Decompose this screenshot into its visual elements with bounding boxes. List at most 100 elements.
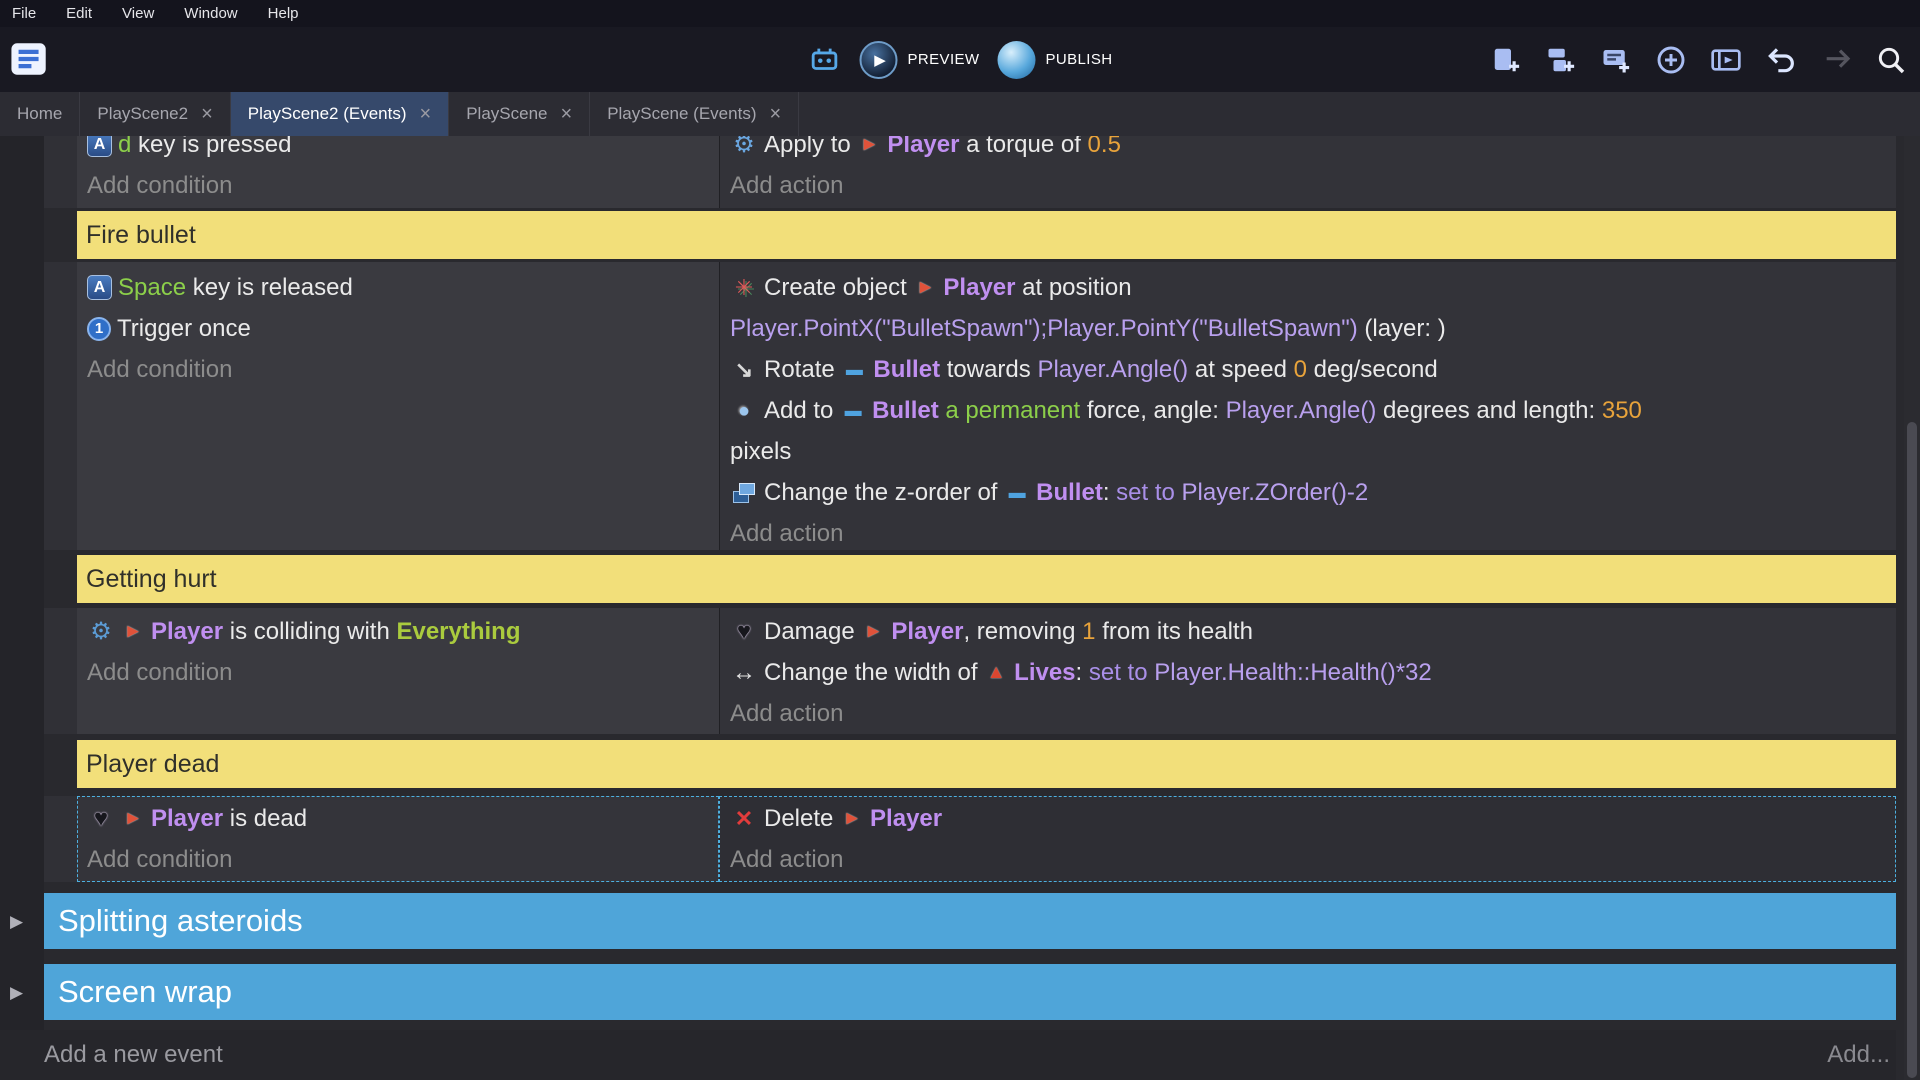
- text-segment: Change the width of: [764, 659, 984, 687]
- group-collapse-toggle[interactable]: ▶: [10, 983, 32, 1003]
- text-segment: [939, 397, 946, 425]
- text-segment: Player.Angle(): [1226, 397, 1377, 425]
- actions-cell[interactable]: ✳Create object ►Player at position Playe…: [719, 262, 1896, 550]
- text-segment: deg/second: [1307, 356, 1438, 384]
- tab-playscene-events[interactable]: PlayScene (Events) ×: [590, 92, 799, 136]
- add-action-button[interactable]: Add action: [730, 839, 1896, 880]
- condition-line[interactable]: Ad key is pressed: [87, 136, 719, 165]
- scrollbar-thumb[interactable]: [1907, 422, 1917, 1078]
- tab-label: PlayScene2: [97, 104, 188, 124]
- conditions-cell[interactable]: ⚙►Player is colliding with Everything Ad…: [77, 608, 719, 734]
- add-action-button[interactable]: Add action: [730, 513, 1896, 550]
- action-line-wrap[interactable]: pixels: [730, 431, 1896, 472]
- gdevelop-logo[interactable]: [10, 41, 50, 77]
- events-sheet: Ad key is pressed Add condition ⚙Apply t…: [0, 136, 1920, 1080]
- event-drag-handle[interactable]: [44, 262, 77, 550]
- condition-line[interactable]: ⚙►Player is colliding with Everything: [87, 611, 719, 652]
- rotate-icon: ↘: [730, 356, 758, 384]
- add-event-icon[interactable]: [1489, 43, 1523, 77]
- text-segment: Apply to: [764, 136, 857, 159]
- tab-playscene[interactable]: PlayScene ×: [449, 92, 590, 136]
- add-button[interactable]: Add...: [1827, 1041, 1890, 1069]
- comment-row[interactable]: Fire bullet: [77, 211, 1896, 259]
- heart-icon: ♥: [87, 805, 115, 833]
- condition-line[interactable]: 1Trigger once: [87, 308, 719, 349]
- conditions-cell[interactable]: Ad key is pressed Add condition: [77, 136, 719, 208]
- publish-button[interactable]: PUBLISH: [997, 41, 1112, 79]
- preview-button[interactable]: ▶ PREVIEW: [860, 41, 980, 79]
- actions-cell[interactable]: ✕Delete ►Player Add action: [719, 796, 1896, 882]
- menu-edit[interactable]: Edit: [66, 5, 92, 22]
- text-segment: :: [1076, 659, 1089, 687]
- action-line[interactable]: ⚙Apply to ►Player a torque of 0.5: [730, 136, 1896, 165]
- menu-window[interactable]: Window: [184, 5, 237, 22]
- toolbar: ▶ PREVIEW PUBLISH: [0, 27, 1920, 92]
- player-object-icon: ►: [121, 805, 145, 833]
- text-segment: Lives: [1014, 659, 1075, 687]
- text-segment: is colliding with: [223, 618, 396, 646]
- text-segment: , removing: [963, 618, 1082, 646]
- conditions-cell[interactable]: ♥►Player is dead Add condition: [77, 796, 719, 882]
- add-condition-button[interactable]: Add condition: [87, 165, 719, 206]
- undo-icon[interactable]: [1764, 43, 1798, 77]
- delete-icon: ✕: [730, 805, 758, 833]
- tab-home[interactable]: Home: [0, 92, 80, 136]
- menu-file[interactable]: File: [12, 5, 36, 22]
- text-segment: Damage: [764, 618, 861, 646]
- event-group[interactable]: Splitting asteroids: [44, 893, 1896, 949]
- action-line[interactable]: Change the z-order of ▬Bullet: set to Pl…: [730, 472, 1896, 513]
- text-segment: Rotate: [764, 356, 841, 384]
- conditions-cell[interactable]: ASpace key is released 1Trigger once Add…: [77, 262, 719, 550]
- actions-cell[interactable]: ♥Damage ►Player, removing 1 from its hea…: [719, 608, 1896, 734]
- text-segment: Player.PointX("BulletSpawn");Player.Poin…: [730, 315, 1358, 343]
- close-icon[interactable]: ×: [201, 104, 213, 124]
- add-subevent-icon[interactable]: [1544, 43, 1578, 77]
- choose-event-icon[interactable]: [1709, 43, 1743, 77]
- tab-label: PlayScene: [466, 104, 547, 124]
- debugger-icon[interactable]: [808, 43, 842, 77]
- condition-line[interactable]: ♥►Player is dead: [87, 798, 719, 839]
- redo-icon[interactable]: [1819, 43, 1853, 77]
- text-segment: 350: [1602, 397, 1642, 425]
- close-icon[interactable]: ×: [561, 104, 573, 124]
- action-line[interactable]: ●Add to ▬Bullet a permanent force, angle…: [730, 390, 1896, 431]
- event-drag-handle[interactable]: [44, 136, 77, 208]
- add-new-event-button[interactable]: Add a new event: [44, 1041, 223, 1069]
- add-condition-button[interactable]: Add condition: [87, 349, 719, 390]
- condition-line[interactable]: ASpace key is released: [87, 267, 719, 308]
- add-condition-button[interactable]: Add condition: [87, 839, 719, 880]
- event-group[interactable]: Screen wrap: [44, 964, 1896, 1020]
- action-line[interactable]: ↘Rotate ▬Bullet towards Player.Angle() a…: [730, 349, 1896, 390]
- group-collapse-toggle[interactable]: ▶: [10, 912, 32, 932]
- tab-playscene2[interactable]: PlayScene2 ×: [80, 92, 230, 136]
- add-action-button[interactable]: Add action: [730, 165, 1896, 206]
- text-segment: Player: [151, 618, 223, 646]
- action-line[interactable]: ✳Create object ►Player at position: [730, 267, 1896, 308]
- action-line[interactable]: ♥Damage ►Player, removing 1 from its hea…: [730, 611, 1896, 652]
- event-row: Ad key is pressed Add condition ⚙Apply t…: [44, 136, 1896, 208]
- text-segment: Player: [891, 618, 963, 646]
- menu-help[interactable]: Help: [268, 5, 299, 22]
- text-segment: Player: [887, 136, 959, 159]
- tab-playscene2-events[interactable]: PlayScene2 (Events) ×: [231, 92, 449, 136]
- event-drag-handle[interactable]: [44, 608, 77, 734]
- comment-row[interactable]: Player dead: [77, 740, 1896, 788]
- search-icon[interactable]: [1874, 43, 1908, 77]
- text-segment: Bullet: [873, 356, 940, 384]
- player-object-icon: ►: [121, 618, 145, 646]
- add-action-button[interactable]: Add action: [730, 693, 1896, 734]
- menu-view[interactable]: View: [122, 5, 154, 22]
- actions-cell[interactable]: ⚙Apply to ►Player a torque of 0.5 Add ac…: [719, 136, 1896, 208]
- close-icon[interactable]: ×: [420, 104, 432, 124]
- force-icon: ●: [730, 397, 758, 425]
- comment-row[interactable]: Getting hurt: [77, 555, 1896, 603]
- event-drag-handle[interactable]: [44, 796, 77, 882]
- action-line[interactable]: ✕Delete ►Player: [730, 798, 1896, 839]
- add-condition-button[interactable]: Add condition: [87, 652, 719, 693]
- action-line-wrap[interactable]: Player.PointX("BulletSpawn");Player.Poin…: [730, 308, 1896, 349]
- close-icon[interactable]: ×: [769, 104, 781, 124]
- add-circle-icon[interactable]: [1654, 43, 1688, 77]
- add-comment-icon[interactable]: [1599, 43, 1633, 77]
- text-segment: 0: [1294, 356, 1307, 384]
- action-line[interactable]: ↔Change the width of ▲Lives: set to Play…: [730, 652, 1896, 693]
